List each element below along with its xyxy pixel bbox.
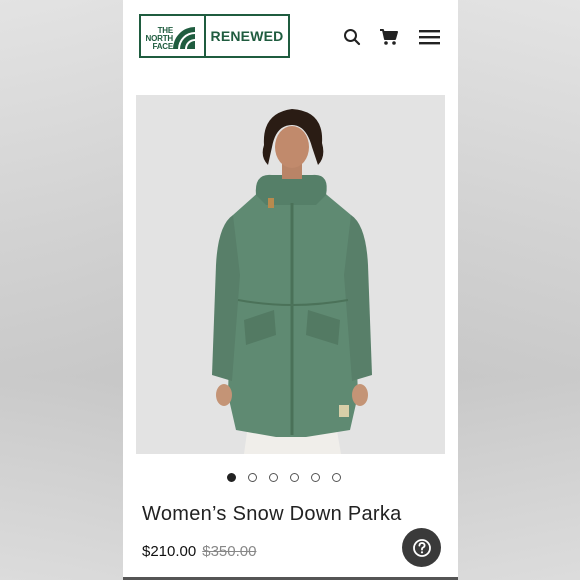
renewed-label: RENEWED [210, 28, 284, 44]
menu-icon[interactable] [419, 29, 440, 50]
logo-wordmark: THE NORTH FACE [145, 26, 174, 51]
help-button[interactable] [402, 528, 441, 567]
carousel-dot[interactable] [227, 473, 236, 482]
image-carousel-dots [227, 473, 341, 482]
cart-icon[interactable] [379, 28, 399, 51]
half-dome-icon [173, 27, 195, 49]
logo-mark: THE NORTH FACE [141, 16, 206, 56]
price-block: $210.00 $350.00 [142, 543, 256, 560]
parka-model-illustration [136, 95, 445, 454]
carousel-dot[interactable] [332, 473, 341, 482]
carousel-dot[interactable] [311, 473, 320, 482]
background-blur-right [458, 0, 580, 580]
carousel-dot[interactable] [248, 473, 257, 482]
the-north-face-renewed-logo[interactable]: THE NORTH FACE RENEWED [139, 14, 290, 58]
product-image[interactable] [136, 95, 445, 454]
carousel-dot[interactable] [290, 473, 299, 482]
question-icon [412, 538, 431, 557]
carousel-dot[interactable] [269, 473, 278, 482]
search-icon[interactable] [343, 28, 361, 51]
product-title: Women’s Snow Down Parka [142, 503, 402, 525]
original-price: $350.00 [202, 543, 257, 560]
background-blur-left [0, 0, 123, 580]
sale-price: $210.00 [142, 543, 197, 560]
phone-screen: THE NORTH FACE RENEWED Women’s Snow Down… [123, 0, 458, 580]
